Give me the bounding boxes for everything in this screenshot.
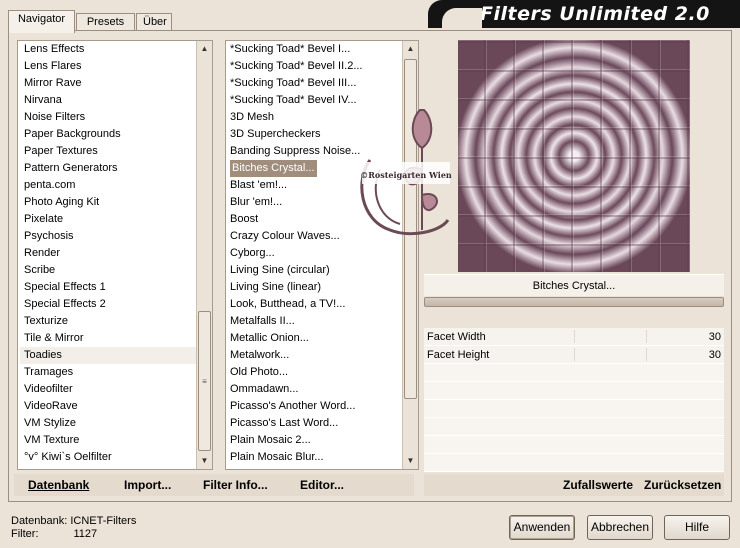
parameter-row (424, 454, 724, 472)
category-item[interactable]: VideoRave (20, 398, 212, 415)
filter-item[interactable]: Old Photo... (226, 364, 418, 381)
category-item[interactable]: Render (20, 245, 212, 262)
parameter-table: Facet Width 30 Facet Height 30 (424, 328, 724, 472)
banner-title: Filters Unlimited 2.0 (480, 3, 710, 25)
filter-preview-image (458, 40, 690, 272)
category-item[interactable]: Paper Textures (20, 143, 212, 160)
category-item[interactable]: Lens Effects (20, 41, 212, 58)
scroll-thumb[interactable]: ≡ (198, 311, 211, 451)
database-info: Datenbank: ICNET-Filters Filter: 1127 (11, 515, 136, 541)
parameter-row (424, 436, 724, 454)
tab-navigator[interactable]: Navigator (8, 10, 75, 33)
category-item[interactable]: Tramages (20, 364, 212, 381)
reset-button[interactable]: Zurücksetzen (644, 478, 721, 492)
category-item[interactable]: Videofilter (20, 381, 212, 398)
cancel-button[interactable]: Abbrechen (587, 515, 653, 540)
left-toolbar: Datenbank Import... Filter Info... Edito… (14, 474, 414, 496)
filter-item[interactable]: Metalfalls II... (226, 313, 418, 330)
parameter-row (424, 418, 724, 436)
category-item[interactable]: Pattern Generators (20, 160, 212, 177)
category-item[interactable]: Toadies (20, 347, 212, 364)
category-item[interactable]: Psychosis (20, 228, 212, 245)
category-item[interactable]: Noise Filters (20, 109, 212, 126)
filter-count-label: Filter: (11, 528, 39, 540)
filter-item[interactable]: Plain Mosaic Blur... (226, 449, 418, 466)
preview-filter-name: Bitches Crystal... (424, 274, 724, 296)
category-item[interactable]: Nirvana (20, 92, 212, 109)
scroll-down-arrow-icon[interactable]: ▼ (403, 453, 418, 469)
filter-info-button[interactable]: Filter Info... (203, 478, 268, 492)
right-toolbar: Zufallswerte Zurücksetzen (424, 474, 724, 496)
parameter-value[interactable]: 30 (709, 346, 721, 364)
parameter-row (424, 400, 724, 418)
filter-item[interactable]: Picasso's Last Word... (226, 415, 418, 432)
category-item[interactable]: Special Effects 1 (20, 279, 212, 296)
tab-presets[interactable]: Presets (76, 13, 135, 31)
app-banner: Filters Unlimited 2.0 (428, 0, 740, 28)
parameter-name: Facet Height (427, 349, 490, 361)
db-label: Datenbank: (11, 515, 68, 527)
filter-item[interactable]: *Sucking Toad* Bevel II.2... (226, 58, 418, 75)
filter-item[interactable]: Look, Butthead, a TV!... (226, 296, 418, 313)
filter-item[interactable]: Ommadawn... (226, 381, 418, 398)
scroll-up-arrow-icon[interactable]: ▲ (197, 41, 212, 57)
db-value: ICNET-Filters (70, 515, 137, 527)
category-item[interactable]: Pixelate (20, 211, 212, 228)
random-values-button[interactable]: Zufallswerte (563, 478, 633, 492)
parameter-value[interactable]: 30 (709, 328, 721, 346)
category-item[interactable]: Paper Backgrounds (20, 126, 212, 143)
filter-item[interactable]: Living Sine (circular) (226, 262, 418, 279)
parameter-name: Facet Width (427, 331, 486, 343)
filter-item[interactable]: Metalwork... (226, 347, 418, 364)
scroll-down-arrow-icon[interactable]: ▼ (197, 453, 212, 469)
category-list[interactable]: Lens Effects Lens Flares Mirror Rave Nirvan… (17, 40, 213, 470)
category-item[interactable]: Mirror Rave (20, 75, 212, 92)
selected-filter-label[interactable]: Bitches Crystal... (230, 160, 317, 177)
category-item[interactable]: penta.com (20, 177, 212, 194)
category-scrollbar[interactable]: ▲ ≡ ▼ (196, 41, 212, 469)
datenbank-button[interactable]: Datenbank (28, 478, 89, 492)
category-item[interactable]: Scribe (20, 262, 212, 279)
category-item[interactable]: Texturize (20, 313, 212, 330)
parameter-row (424, 382, 724, 400)
watermark-text: ©Rosteigarten Wien (360, 170, 452, 180)
filter-item[interactable]: Cyborg... (226, 245, 418, 262)
import-button[interactable]: Import... (124, 478, 171, 492)
filter-count-value: 1127 (73, 528, 98, 540)
apply-button[interactable]: Anwenden (509, 515, 575, 540)
category-item[interactable]: Special Effects 2 (20, 296, 212, 313)
banner-notch (442, 8, 482, 28)
category-item[interactable]: Tile & Mirror (20, 330, 212, 347)
category-item[interactable]: °v° Kiwi`s Oelfilter (20, 449, 212, 466)
filter-item[interactable]: Picasso's Another Word... (226, 398, 418, 415)
parameter-row (424, 364, 724, 382)
editor-button[interactable]: Editor... (300, 478, 344, 492)
filter-item[interactable]: Metallic Onion... (226, 330, 418, 347)
category-item[interactable]: Lens Flares (20, 58, 212, 75)
category-item[interactable]: Photo Aging Kit (20, 194, 212, 211)
parameter-row[interactable]: Facet Height 30 (424, 346, 724, 364)
tab-ueber[interactable]: Über (136, 13, 172, 31)
scroll-up-arrow-icon[interactable]: ▲ (403, 41, 418, 57)
progress-bar (424, 297, 724, 307)
category-item[interactable]: VM Stylize (20, 415, 212, 432)
filter-item[interactable]: *Sucking Toad* Bevel III... (226, 75, 418, 92)
watermark-logo: ©Rosteigarten Wien (350, 100, 454, 245)
help-button[interactable]: Hilfe (664, 515, 730, 540)
category-item[interactable]: VM Texture (20, 432, 212, 449)
filter-item[interactable]: Living Sine (linear) (226, 279, 418, 296)
filter-item[interactable]: Plain Mosaic 2... (226, 432, 418, 449)
parameter-row[interactable]: Facet Width 30 (424, 328, 724, 346)
filter-item[interactable]: *Sucking Toad* Bevel I... (226, 41, 418, 58)
